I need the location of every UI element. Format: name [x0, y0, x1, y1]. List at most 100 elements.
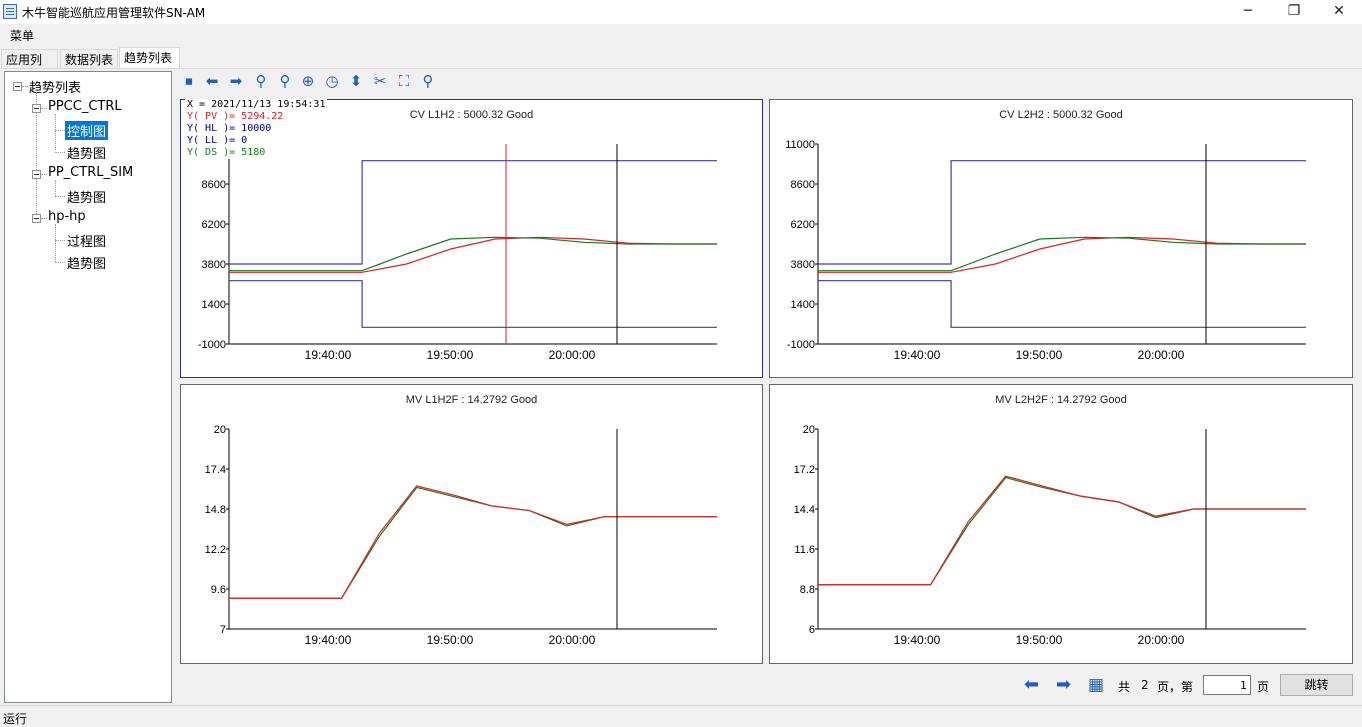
- y-tick-label: 11000: [785, 139, 815, 151]
- cursor-readout: X = 2021/11/13 19:54:31 Y( PV )= 5294.22…: [185, 99, 328, 159]
- series-line-0: [229, 486, 717, 599]
- x-tick-label: 19:50:00: [427, 633, 474, 647]
- crosshair-icon[interactable]: ⊕: [298, 71, 318, 91]
- chart-mv-l2h2f[interactable]: 6 8.8 11.6 14.4 17.2 20 19:40:00 19:50:00 20:00:…: [770, 385, 1352, 663]
- chart-panel-mv-l2h2f[interactable]: MV L2H2F : 14.2792 Good 6 8.8 11.6 14.4 17.2…: [769, 384, 1353, 664]
- next-page-icon[interactable]: ➡: [1056, 676, 1071, 694]
- y-tick-label: 20: [214, 424, 226, 436]
- menu-main[interactable]: 菜单: [10, 27, 34, 44]
- trend-tree[interactable]: 趋势列表 PPCC_CTRL 控制图 趋势图 PP_CTRL_SIM 趋势图 h…: [4, 71, 172, 703]
- stop-icon[interactable]: ⏹: [179, 71, 199, 91]
- y-tick-label: -1000: [787, 339, 815, 351]
- series-line-1: [229, 485, 717, 599]
- tree-collapse-root[interactable]: [13, 82, 22, 91]
- cursor-hl: Y( HL )= 10000: [187, 123, 272, 134]
- tree-item-trend-chart-1[interactable]: 趋势图: [67, 143, 106, 162]
- series-line-3: [818, 236, 1306, 272]
- chart-panel-mv-l1h2f[interactable]: MV L1H2F : 14.2792 Good 7 9.6 12.2 14.8 17.4…: [180, 384, 763, 664]
- y-tick-label: 6200: [202, 219, 226, 231]
- cursor-pv: Y( PV )= 5294.22: [187, 111, 284, 122]
- y-tick-label: 6: [809, 624, 815, 636]
- y-tick-label: 20: [803, 424, 815, 436]
- series-line-3: [229, 236, 717, 272]
- zoom-in-icon[interactable]: ⚲: [251, 71, 271, 91]
- x-tick-label: 19:50:00: [427, 348, 474, 362]
- x-tick-label: 19:40:00: [305, 348, 352, 362]
- pager-page-suffix: 页，第: [1157, 680, 1194, 694]
- chart-panel-cv-l2h2[interactable]: CV L2H2 : 5000.32 Good -1000 1400 3800 6200…: [769, 99, 1353, 378]
- jump-button[interactable]: 跳转: [1280, 674, 1353, 696]
- pager-total-pages: 2: [1141, 678, 1149, 692]
- title-bar: 木牛智能巡航应用管理软件SN-AM ─ ❐ ✕: [0, 0, 1362, 24]
- y-tick-label: 8600: [791, 179, 815, 191]
- tools-icon[interactable]: ✂: [370, 71, 390, 91]
- y-tick-label: 9.6: [211, 584, 226, 596]
- x-tick-label: 20:00:00: [549, 348, 596, 362]
- tree-group-pp-ctrl-sim[interactable]: PP_CTRL_SIM: [48, 165, 133, 180]
- y-tick-label: 8600: [202, 179, 226, 191]
- series-line-1: [229, 280, 717, 328]
- series-line-2: [818, 236, 1306, 273]
- y-tick-label: 3800: [202, 259, 226, 271]
- fit-icon[interactable]: ⛶: [394, 71, 414, 91]
- x-tick-label: 19:50:00: [1016, 633, 1063, 647]
- tree-item-process-chart[interactable]: 过程图: [67, 231, 106, 250]
- tree-item-trend-chart-3[interactable]: 趋势图: [67, 253, 106, 272]
- cursor-x: X = 2021/11/13 19:54:31: [187, 99, 326, 110]
- chart-panel-cv-l1h2[interactable]: CV L1H2 : 5000.32 Good -1000 1400 3800 6200…: [180, 99, 763, 378]
- x-tick-label: 20:00:00: [1138, 633, 1185, 647]
- y-tick-label: 3800: [791, 259, 815, 271]
- clock-icon[interactable]: ◷: [322, 71, 342, 91]
- pager: ⬅ ➡ ▦ 共 2 页，第 页 跳转: [1020, 674, 1360, 698]
- tree-collapse-ppsim[interactable]: [32, 170, 41, 179]
- app-icon: [3, 4, 17, 19]
- scale-vertical-icon[interactable]: ⬍: [346, 71, 366, 91]
- y-tick-label: 14.4: [794, 504, 815, 516]
- tree-collapse-hphp[interactable]: [32, 214, 41, 223]
- menu-bar: 菜单: [0, 24, 1362, 46]
- x-tick-label: 19:50:00: [1016, 348, 1063, 362]
- tree-group-ppcc-ctrl[interactable]: PPCC_CTRL: [48, 99, 122, 114]
- minimize-button[interactable]: ─: [1225, 0, 1271, 24]
- chart-cv-l2h2[interactable]: -1000 1400 3800 6200 8600 11000 19:40:00 19:50:…: [770, 100, 1352, 377]
- x-tick-label: 19:40:00: [894, 348, 941, 362]
- cursor-ds: Y( DS )= 5180: [187, 147, 266, 158]
- y-tick-label: 1400: [202, 299, 226, 311]
- tab-trend-list[interactable]: 趋势列表: [119, 47, 180, 69]
- series-line-0: [818, 476, 1306, 586]
- y-tick-label: 12.2: [205, 544, 226, 556]
- window-title: 木牛智能巡航应用管理软件SN-AM: [22, 6, 206, 20]
- tree-item-control-chart[interactable]: 控制图: [65, 121, 109, 140]
- cursor-ll: Y( LL )= 0: [187, 135, 248, 146]
- prev-page-icon[interactable]: ⬅: [1024, 676, 1039, 694]
- tab-data-list[interactable]: 数据列表: [60, 49, 118, 68]
- y-tick-label: 8.8: [800, 584, 815, 596]
- tree-group-hp-hp[interactable]: hp-hp: [48, 209, 86, 224]
- back-arrow-icon[interactable]: ⬅: [202, 71, 222, 91]
- pager-total-prefix: 共: [1118, 680, 1131, 694]
- close-button[interactable]: ✕: [1316, 0, 1362, 24]
- series-line-1: [818, 280, 1306, 328]
- page-number-input[interactable]: [1203, 675, 1251, 695]
- forward-arrow-icon[interactable]: ➡: [226, 71, 246, 91]
- zoom-reset-icon[interactable]: ⚲: [418, 71, 438, 91]
- x-tick-label: 19:40:00: [894, 633, 941, 647]
- pager-page-unit: 页: [1257, 680, 1270, 694]
- tree-item-trend-chart-2[interactable]: 趋势图: [67, 187, 106, 206]
- x-tick-label: 20:00:00: [549, 633, 596, 647]
- y-tick-label: 6200: [791, 219, 815, 231]
- tab-app-list[interactable]: 应用列表: [1, 49, 58, 84]
- y-tick-label: -1000: [198, 339, 226, 351]
- zoom-out-icon[interactable]: ⚲: [275, 71, 295, 91]
- x-tick-label: 20:00:00: [1138, 348, 1185, 362]
- y-tick-label: 11.6: [794, 544, 815, 556]
- y-tick-label: 7: [220, 624, 226, 636]
- chart-mv-l1h2f[interactable]: 7 9.6 12.2 14.8 17.4 20 19:40:00 19:50:00 20:00:…: [181, 385, 762, 663]
- y-tick-label: 1400: [791, 299, 815, 311]
- restore-button[interactable]: ❐: [1271, 0, 1317, 24]
- series-line-0: [229, 160, 717, 265]
- y-tick-label: 17.4: [205, 464, 226, 476]
- grid-layout-icon[interactable]: ▦: [1088, 676, 1104, 694]
- tree-collapse-ppcc[interactable]: [32, 104, 41, 113]
- x-tick-label: 19:40:00: [305, 633, 352, 647]
